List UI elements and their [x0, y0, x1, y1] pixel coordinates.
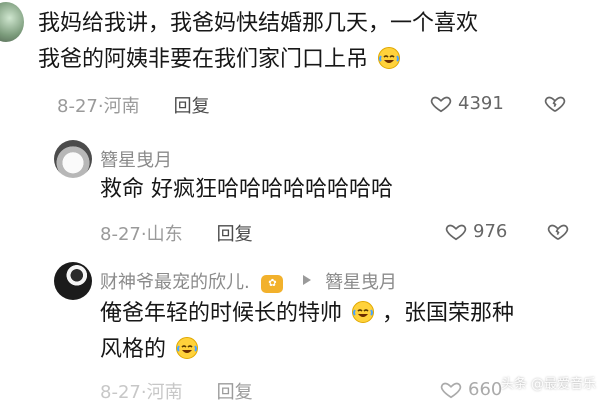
reply-username[interactable]: 簪星曳月 [100, 146, 172, 172]
like-count: 976 [473, 220, 508, 242]
reply-button[interactable]: 回复 [217, 220, 253, 246]
reply-text-line-1-part-1: 俺爸年轻的时候长的特帅 [100, 301, 343, 326]
broken-heart-icon[interactable] [547, 220, 569, 242]
reply-to-username[interactable]: 簪星曳月 [325, 272, 397, 293]
comment-text-line-1: 我妈给我讲，我爸妈快结婚那几天，一个喜欢 [38, 11, 479, 36]
heart-icon[interactable] [430, 92, 452, 114]
heart-icon[interactable] [445, 220, 467, 242]
comment-text-line-2: 我爸的阿姨非要在我们家门口上吊 [38, 42, 578, 78]
reply-meta: 8-27·山东 回复 [100, 220, 253, 246]
reply-button[interactable]: 回复 [217, 378, 253, 404]
comment-likes: 4391 [430, 92, 566, 114]
like-count: 660 [468, 378, 503, 400]
reply-text-line-2-content: 风格的 [100, 337, 167, 362]
avatar[interactable] [54, 262, 92, 300]
reply-username[interactable]: 财神爷最宠的欣儿. [100, 272, 250, 293]
reply-meta: 8-27·河南 回复 [100, 378, 253, 404]
comment-thread: 我妈给我讲，我爸妈快结婚那几天，一个喜欢 我爸的阿姨非要在我们家门口上吊 8-2… [0, 0, 600, 403]
reply-date-location: 8-27·山东 [100, 224, 183, 245]
reply-likes: 976 [445, 220, 569, 242]
laughing-crying-emoji-icon [377, 46, 401, 70]
user-badge-icon: ✿ [261, 274, 284, 293]
reply-text-line-2: 风格的 [100, 332, 580, 368]
laughing-crying-emoji-icon [351, 300, 375, 324]
comment-text-line-2-content: 我爸的阿姨非要在我们家门口上吊 [38, 47, 369, 72]
reply-likes: 660 [440, 378, 502, 400]
broken-heart-icon[interactable] [544, 92, 566, 114]
reply-username-row: 财神爷最宠的欣儿. ✿ 簪星曳月 [100, 268, 397, 294]
heart-icon[interactable] [440, 378, 462, 400]
comment-meta: 8-27·河南 回复 [57, 92, 210, 118]
avatar[interactable] [54, 140, 92, 178]
comment-date-location: 8-27·河南 [57, 96, 140, 117]
reply-button[interactable]: 回复 [174, 92, 210, 118]
reply-text-line-1-part-2: ，张国荣那种 [382, 301, 515, 326]
reply-text-line-1: 俺爸年轻的时候长的特帅 ，张国荣那种 [100, 296, 580, 332]
reply-text: 救命 好疯狂哈哈哈哈哈哈哈哈 [100, 177, 393, 202]
avatar[interactable] [0, 2, 24, 42]
watermark: 头条 @最爱音乐 [500, 377, 596, 392]
reply-date-location: 8-27·河南 [100, 382, 183, 403]
laughing-crying-emoji-icon [175, 336, 199, 360]
arrow-right-icon [301, 274, 313, 286]
badge-glyph-icon: ✿ [268, 278, 277, 289]
like-count: 4391 [458, 92, 504, 114]
reply-text: 俺爸年轻的时候长的特帅 ，张国荣那种 风格的 [100, 296, 580, 368]
comment-text: 我妈给我讲，我爸妈快结婚那几天，一个喜欢 我爸的阿姨非要在我们家门口上吊 [38, 6, 578, 78]
